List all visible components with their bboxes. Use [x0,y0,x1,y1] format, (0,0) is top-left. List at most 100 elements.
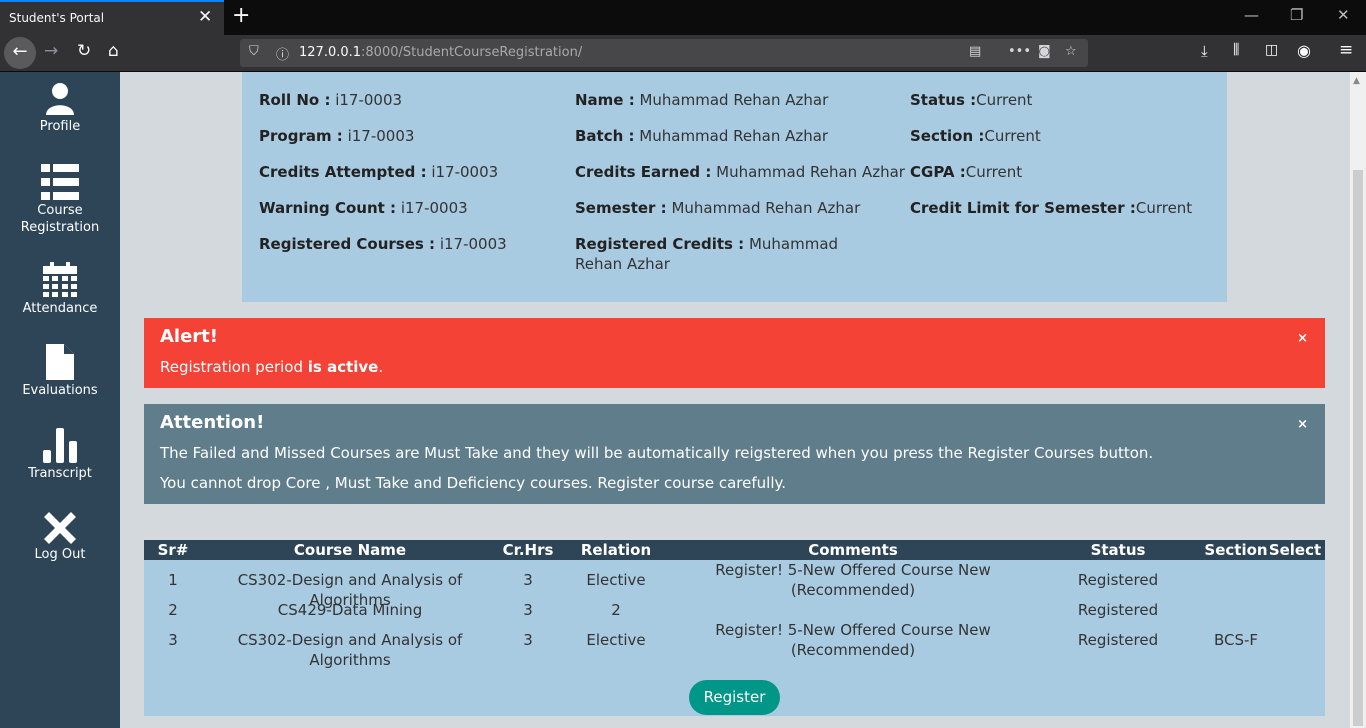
minimize-icon[interactable]: — [1244,6,1259,24]
credit-limit: Credit Limit for Semester :Current [910,199,1193,217]
scroll-up-icon[interactable]: ▲ [1353,76,1360,86]
sidebar-item-profile[interactable]: Profile [0,82,120,135]
header-course-name: Course Name [293,541,407,559]
sidebar-item-attendance[interactable]: Attendance [0,262,120,317]
browser-titlebar: Student's Portal ✕ + — ❐ ✕ [0,0,1366,35]
credits-earned: Credits Earned : Muhammad Rehan Azhar [575,163,905,181]
warning-count: Warning Count : i17-0003 [259,199,468,217]
cell-sr: 3 [168,631,178,649]
sidebar-item-logout[interactable]: Log Out [0,512,120,563]
cell-relation: Elective [586,631,646,649]
sidebar-item-transcript[interactable]: Transcript [0,428,120,482]
sidebar-item-evaluations[interactable]: Evaluations [0,344,120,399]
menu-icon[interactable]: ≡ [1339,40,1353,60]
alert-title: Alert! [160,326,218,347]
header-sr: Sr# [157,541,189,559]
cell-course-name: CS302-Design and Analysis of Algorithms [237,631,463,669]
document-icon [46,344,74,380]
sidebar-item-label: Course Registration [20,203,100,235]
cell-crhrs: 3 [523,571,533,589]
alert-text: Registration period is active. [160,358,384,376]
tab-close-icon[interactable]: ✕ [198,7,212,27]
home-icon[interactable]: ⌂ [108,41,119,61]
attention-title: Attention! [160,412,265,433]
browser-navbar: ← → ↻ ⌂ ⛉ ⓘ 127.0.0.1:8000/StudentCourse… [0,35,1366,72]
cell-sr: 1 [168,571,178,589]
credits-attempted: Credits Attempted : i17-0003 [259,163,499,181]
browser-tab[interactable]: Student's Portal ✕ [0,0,224,35]
bookmark-star-icon[interactable]: ☆ [1065,44,1077,59]
attention-close-icon[interactable]: × [1297,417,1308,432]
calendar-icon [43,262,77,297]
sidebar-item-course-registration[interactable]: Course Registration [0,164,120,236]
downloads-icon[interactable]: ⤓ [1201,42,1208,60]
semester: Semester : Muhammad Rehan Azhar [575,199,861,217]
batch: Batch : Muhammad Rehan Azhar [575,127,829,145]
library-icon[interactable]: ⫼ [1233,42,1239,58]
page-scrollbar[interactable]: ▲ [1350,72,1366,728]
header-select: Select [1268,541,1322,559]
header-comments: Comments [808,541,898,559]
registered-courses: Registered Courses : i17-0003 [259,235,507,253]
scroll-thumb[interactable] [1353,170,1363,726]
window-close-icon[interactable]: ✕ [1337,6,1350,24]
cell-crhrs: 3 [523,631,533,649]
student-status: Status :Current [910,91,1033,109]
cell-sr: 2 [168,601,178,619]
shield-icon[interactable]: ⛉ [249,44,259,59]
pocket-icon[interactable]: ◙ [1038,44,1051,59]
url-text[interactable]: 127.0.0.1:8000/StudentCourseRegistration… [299,45,582,60]
sidebar-item-label: Log Out [34,547,86,562]
cell-comments: Register! 5-New Offered Course New (Recom… [715,621,991,659]
list-icon [41,164,79,200]
sidebar-item-label: Transcript [28,466,92,481]
table-row: 1 CS302-Design and Analysis of Algorithm… [144,560,1325,609]
header-relation: Relation [580,541,652,559]
cell-relation: 2 [611,601,621,619]
header-status: Status [1090,541,1146,559]
bar-chart-icon [43,428,77,463]
cell-relation: Elective [586,571,646,589]
cell-crhrs: 3 [523,601,533,619]
registered-credits: Registered Credits : Muhammad Rehan Azha… [575,235,839,273]
new-tab-icon[interactable]: + [232,3,250,28]
course-table: Sr# Course Name Cr.Hrs Relation Comments… [144,540,1325,716]
alert-close-icon[interactable]: × [1297,331,1308,346]
cell-section: BCS-F [1213,631,1259,649]
program: Program : i17-0003 [259,127,415,145]
cell-status: Registered [1077,571,1159,589]
table-row: 3 CS302-Design and Analysis of Algorithm… [144,620,1325,669]
attention-line-1: The Failed and Missed Courses are Must T… [160,444,1154,462]
cell-status: Registered [1077,601,1159,619]
section: Section :Current [910,127,1041,145]
tab-title: Student's Portal [9,11,105,25]
cell-comments: Register! 5-New Offered Course New (Recom… [715,561,991,599]
account-icon[interactable]: ◉ [1297,41,1311,60]
close-x-icon [44,512,76,544]
reload-icon[interactable]: ↻ [77,41,91,61]
user-icon [46,83,74,115]
roll-no: Roll No : i17-0003 [259,91,403,109]
sidebar-toggle-icon[interactable]: ◫ [1265,42,1278,58]
cell-status: Registered [1077,631,1159,649]
forward-icon[interactable]: → [44,41,58,61]
restore-icon[interactable]: ❐ [1290,6,1303,24]
cgpa: CGPA :Current [910,163,1023,181]
sidebar: Profile Course Registration Attendance E… [0,72,120,728]
student-name: Name : Muhammad Rehan Azhar [575,91,829,109]
header-section: Section [1204,541,1268,559]
cell-course-name: CS429-Data Mining [277,601,423,619]
page-actions-icon[interactable]: ••• [1008,44,1031,59]
register-button[interactable]: Register [689,680,780,715]
header-crhrs: Cr.Hrs [502,541,554,559]
attention-box: Attention! × The Failed and Missed Cours… [144,404,1325,504]
info-icon[interactable]: ⓘ [276,44,289,63]
sidebar-item-label: Profile [39,119,81,134]
reader-view-icon[interactable]: ▤ [969,44,981,59]
url-bar[interactable]: ⛉ ⓘ 127.0.0.1:8000/StudentCourseRegistra… [240,39,1088,67]
back-icon[interactable]: ← [4,37,36,69]
sidebar-item-label: Attendance [22,301,98,316]
sidebar-item-label: Evaluations [22,383,98,398]
alert-box: Alert! × Registration period is active. [144,318,1325,388]
student-info-panel: Roll No : i17-0003 Name : Muhammad Rehan… [242,72,1227,302]
